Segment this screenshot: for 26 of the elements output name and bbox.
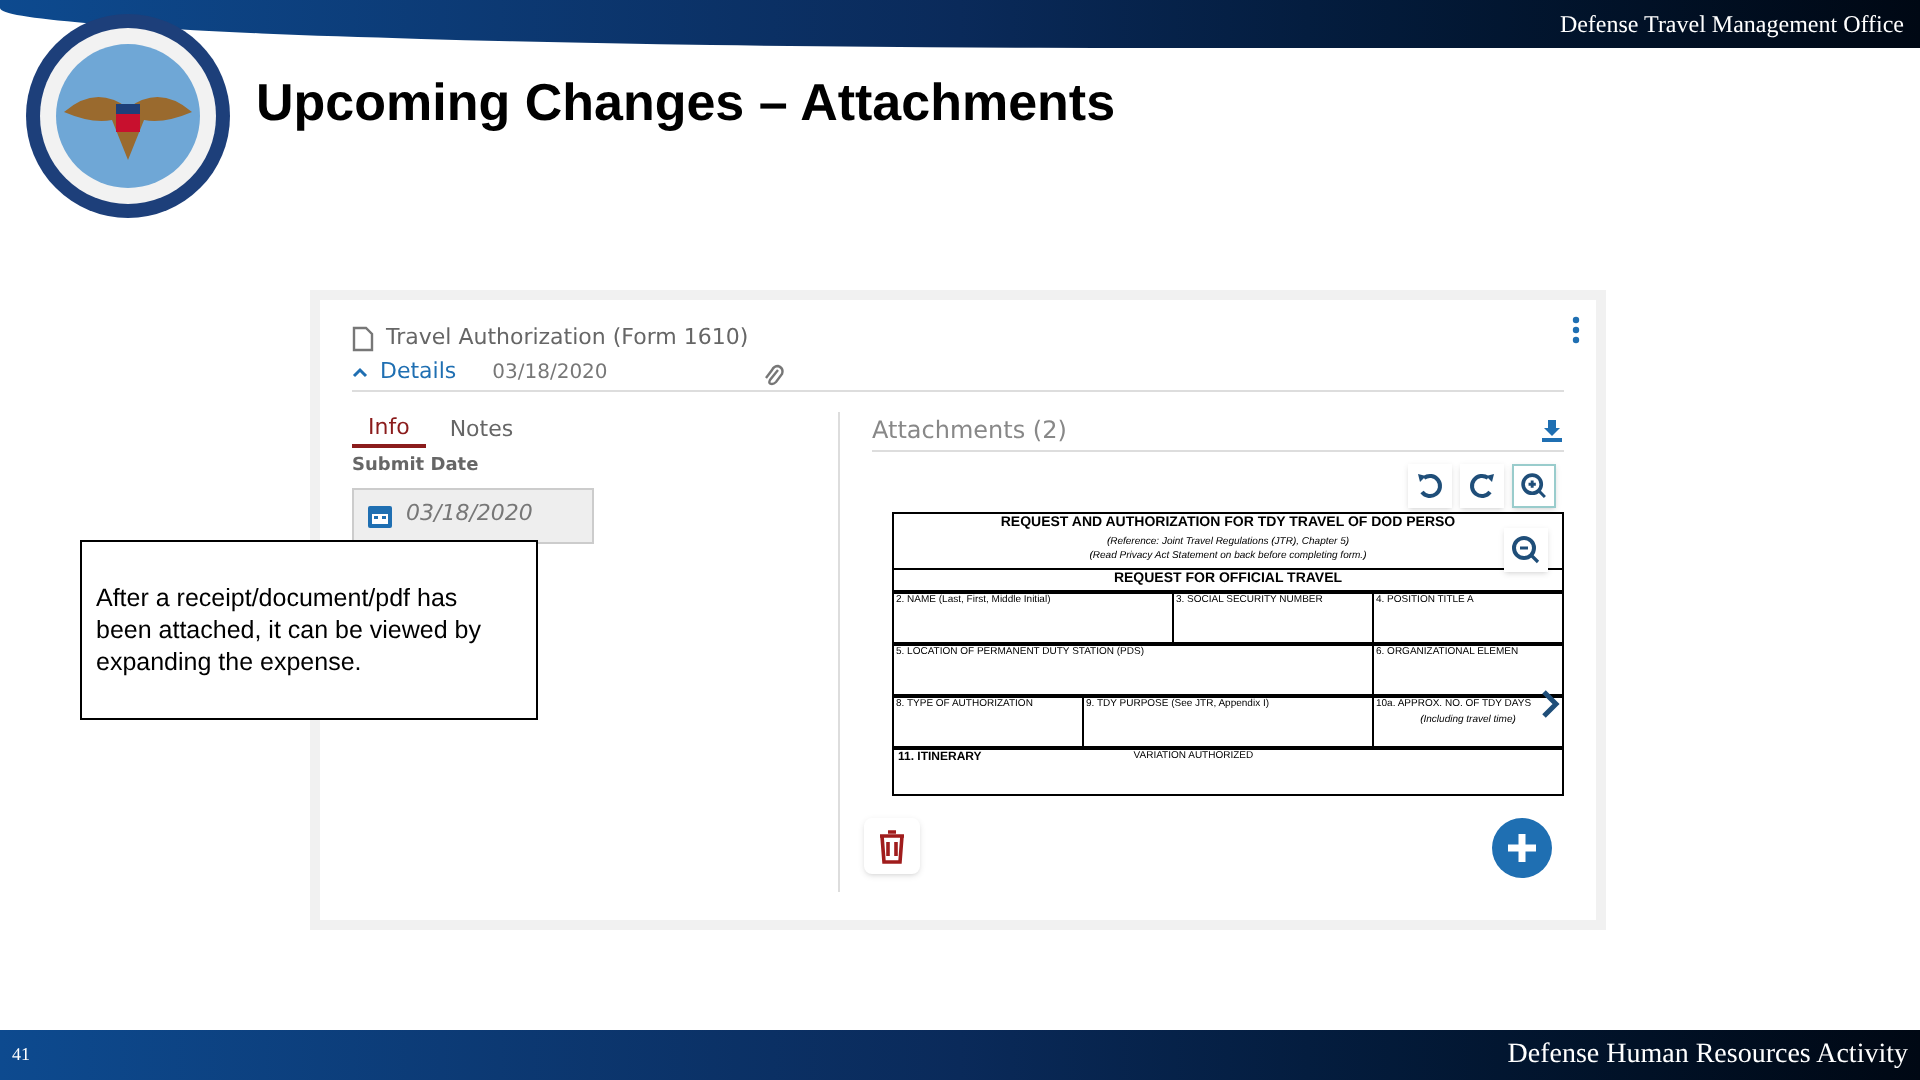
- download-icon[interactable]: [1540, 417, 1564, 441]
- tab[interactable]: Info: [352, 412, 426, 448]
- page-number: 41: [12, 1041, 30, 1068]
- paperclip-icon: [764, 364, 784, 388]
- caret-icon: [352, 366, 368, 378]
- submit-date-field[interactable]: 03/18/2020: [352, 487, 594, 543]
- callout-text: After a receipt/document/pdf has been attached, it can be viewed by expanding the expense.: [96, 584, 481, 676]
- tab[interactable]: Notes: [445, 412, 518, 448]
- document-icon: [352, 325, 374, 351]
- footer-org: Defense Human Resources Activity: [1507, 1038, 1908, 1074]
- rotate-left-icon[interactable]: [1408, 464, 1452, 508]
- org-name: Defense Travel Management Office: [1559, 8, 1904, 42]
- rotate-right-icon[interactable]: [1460, 464, 1504, 508]
- zoom-in-icon[interactable]: [1512, 464, 1556, 508]
- more-options-icon[interactable]: [1572, 316, 1580, 344]
- add-button[interactable]: [1492, 818, 1552, 878]
- attachments-title: Attachments (2): [872, 413, 1067, 447]
- details-toggle[interactable]: Details: [352, 355, 457, 389]
- submit-date-label: Submit Date: [352, 454, 481, 480]
- slide-title: Upcoming Changes – Attachments: [256, 70, 1116, 136]
- zoom-out-icon[interactable]: [1504, 528, 1548, 572]
- document-title: Travel Authorization (Form 1610): [386, 321, 749, 354]
- trash-icon[interactable]: [864, 818, 920, 874]
- chevron-right-icon[interactable]: [1540, 688, 1560, 720]
- details-date: 03/18/2020: [492, 359, 608, 387]
- calendar-icon: [366, 501, 394, 529]
